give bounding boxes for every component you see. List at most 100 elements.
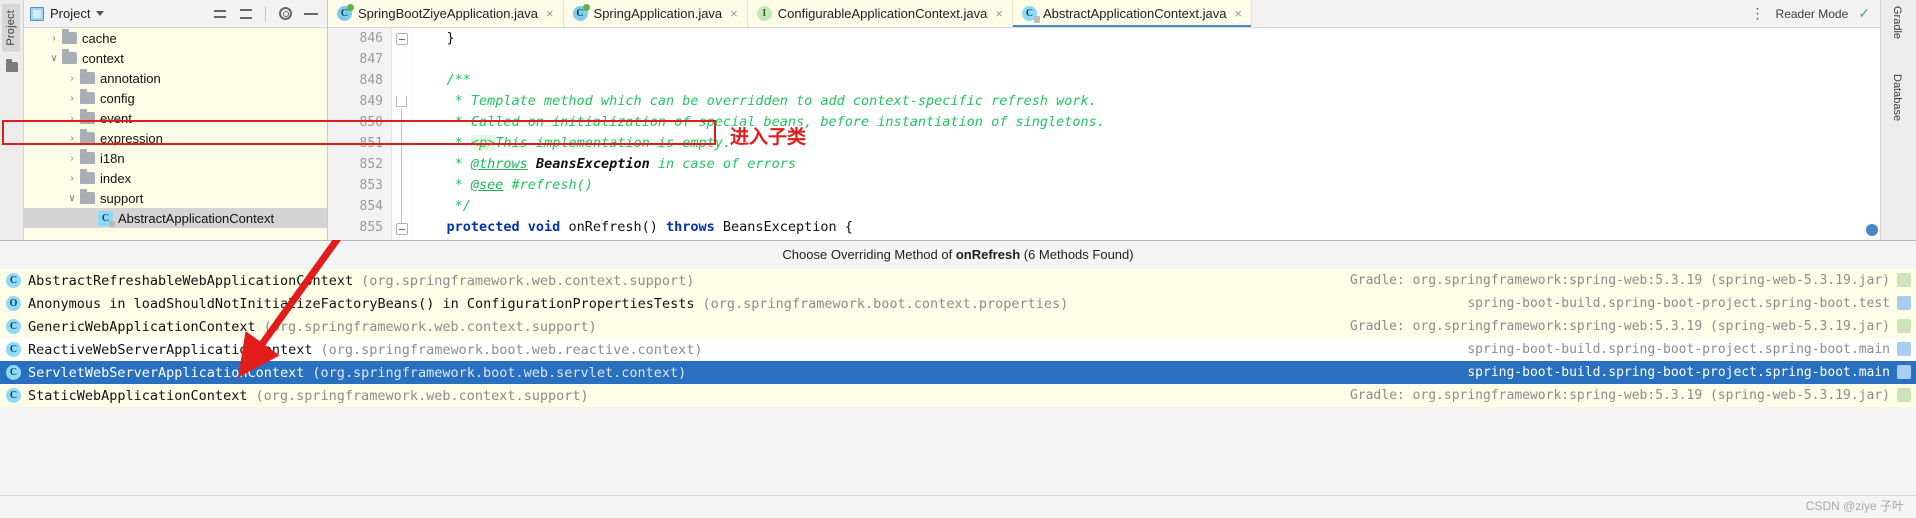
code-line: * Template method which can be overridde… [414,91,1880,112]
tree-twisty-icon[interactable]: ∨ [46,53,62,64]
line-number: 854 [359,199,383,214]
tree-twisty-icon[interactable]: › [64,113,80,124]
tool-window-button-gradle[interactable]: Gradle [1891,6,1903,39]
editor-tab-1[interactable]: C SpringApplication.java × [563,0,748,27]
spring-boot-class-icon: C [337,4,354,21]
editor-tab-3[interactable]: C AbstractApplicationContext.java × [1012,0,1253,27]
tree-node-event[interactable]: › event [24,108,327,128]
editor-tab-2[interactable]: I ConfigurableApplicationContext.java × [747,0,1013,27]
method-list-row[interactable]: C ReactiveWebServerApplicationContext (org… [0,338,1916,361]
method-location: Gradle: org.springframework:spring-web:5… [1349,319,1890,334]
project-panel-icon [30,6,44,21]
checkmark-icon[interactable]: ✓ [1858,5,1870,22]
code-editor[interactable]: 846 847 848 849 850 851 852 853 854 855 } /** * T… [328,28,1880,240]
code-token: * [414,156,471,172]
close-icon[interactable]: × [995,6,1003,21]
method-list-row[interactable]: C GenericWebApplicationContext (org.spring… [0,315,1916,338]
close-icon[interactable]: × [546,6,554,21]
code-line: * Called on initialization of special be… [414,112,1880,133]
fold-javadoc-icon[interactable] [396,96,407,107]
java-class-icon: C [6,388,21,403]
project-panel-title[interactable]: Project [50,6,90,21]
tree-node-label: expression [100,130,163,146]
line-number: 849 [359,94,383,109]
tree-twisty-icon[interactable]: › [64,173,80,184]
code-line: * @throws BeansException in case of erro… [414,154,1880,175]
code-token: * Template method which can be overridde… [414,93,1097,109]
tree-node-annotation[interactable]: › annotation [24,68,327,88]
tree-node-i18n[interactable]: › i18n [24,148,327,168]
tree-node-label: support [100,190,144,206]
tree-node-expression[interactable]: › expression [24,128,327,148]
gear-icon[interactable] [275,4,295,24]
fold-collapse-icon[interactable] [396,33,408,45]
popup-title: Choose Overriding Method of onRefresh (6… [0,241,1916,269]
method-class-name: Anonymous in loadShouldNotInitializeFact… [28,295,695,312]
folder-icon [80,189,95,204]
module-test-icon [1897,296,1911,310]
code-token: onRefresh [568,219,642,235]
overriding-method-list[interactable]: C AbstractRefreshableWebApplicationContex… [0,269,1916,407]
method-list-row[interactable]: C AbstractRefreshableWebApplicationContex… [0,269,1916,292]
code-line: * <p>This implementation is empty. [414,133,1880,154]
tree-node-index[interactable]: › index [24,168,327,188]
tree-twisty-icon[interactable]: › [46,33,62,44]
tree-twisty-icon[interactable]: › [64,93,80,104]
code-token: * [414,135,471,151]
tree-node-abstractapplicationcontext[interactable]: C AbstractApplicationContext [24,208,327,228]
collapse-all-icon[interactable] [236,4,256,24]
editor-tab-label: SpringApplication.java [593,6,723,21]
minimize-icon[interactable] [301,4,321,24]
code-folding-column[interactable] [392,28,414,240]
code-token: */ [414,198,471,214]
project-panel-header: Project [24,0,327,28]
tree-twisty-icon[interactable]: › [64,133,80,144]
editor-tab-bar: C SpringBootZiyeApplication.java × C SpringA… [328,0,1880,28]
tool-window-button-database[interactable]: Database [1891,74,1903,121]
line-number: 852 [359,157,383,172]
java-class-icon: C [6,273,21,288]
line-number: 855 [359,220,383,235]
kebab-menu-icon[interactable]: ⋮ [1751,5,1766,22]
method-location: Gradle: org.springframework:spring-web:5… [1349,388,1890,403]
gutter-breakpoint-marker[interactable] [1866,224,1878,236]
tree-twisty-icon[interactable]: ∨ [64,193,80,204]
fold-method-icon[interactable] [396,223,408,235]
module-icon [1897,365,1911,379]
code-token: BeansException { [722,219,853,235]
expand-all-icon[interactable] [210,4,230,24]
tree-node-label: i18n [100,150,125,166]
close-icon[interactable]: × [1234,6,1242,21]
editor-tab-0[interactable]: C SpringBootZiyeApplication.java × [328,0,564,27]
tree-twisty-icon[interactable]: › [64,153,80,164]
java-class-readonly-icon: C [1021,6,1040,23]
tree-node-config[interactable]: › config [24,88,327,108]
folder-icon[interactable] [6,59,18,72]
tree-node-context[interactable]: ∨ context [24,48,327,68]
tree-node-support[interactable]: ∨ support [24,188,327,208]
module-icon [1897,342,1911,356]
method-list-row[interactable]: C StaticWebApplicationContext (org.springf… [0,384,1916,407]
editor-gutter: 846 847 848 849 850 851 852 853 854 855 [328,28,392,240]
tree-twisty-icon[interactable]: › [64,73,80,84]
tree-node-label: index [100,170,132,186]
code-token: * [414,177,471,193]
method-list-row[interactable]: C ServletWebServerApplicationContext (org.… [0,361,1916,384]
code-token: } [414,30,455,46]
java-class-icon: C [6,342,21,357]
reader-mode-label[interactable]: Reader Mode [1776,7,1849,21]
tool-window-button-project[interactable]: Project [2,4,20,52]
method-list-row[interactable]: O Anonymous in loadShouldNotInitializeFac… [0,292,1916,315]
close-icon[interactable]: × [730,6,738,21]
watermark: CSDN @ziye 子叶 [1805,499,1904,513]
code-line: protected void onRefresh() throws BeansE… [414,217,1880,238]
folder-icon [80,69,95,84]
chevron-down-icon[interactable] [96,11,105,16]
code-text[interactable]: } /** * Template method which can be ove… [414,28,1880,240]
folder-icon [80,169,95,184]
code-token: in case of errors [649,156,797,172]
code-token: protected void [446,219,569,235]
code-line: } [414,28,1880,49]
tree-node-cache[interactable]: › cache [24,28,327,48]
java-class-icon: C [98,210,115,227]
